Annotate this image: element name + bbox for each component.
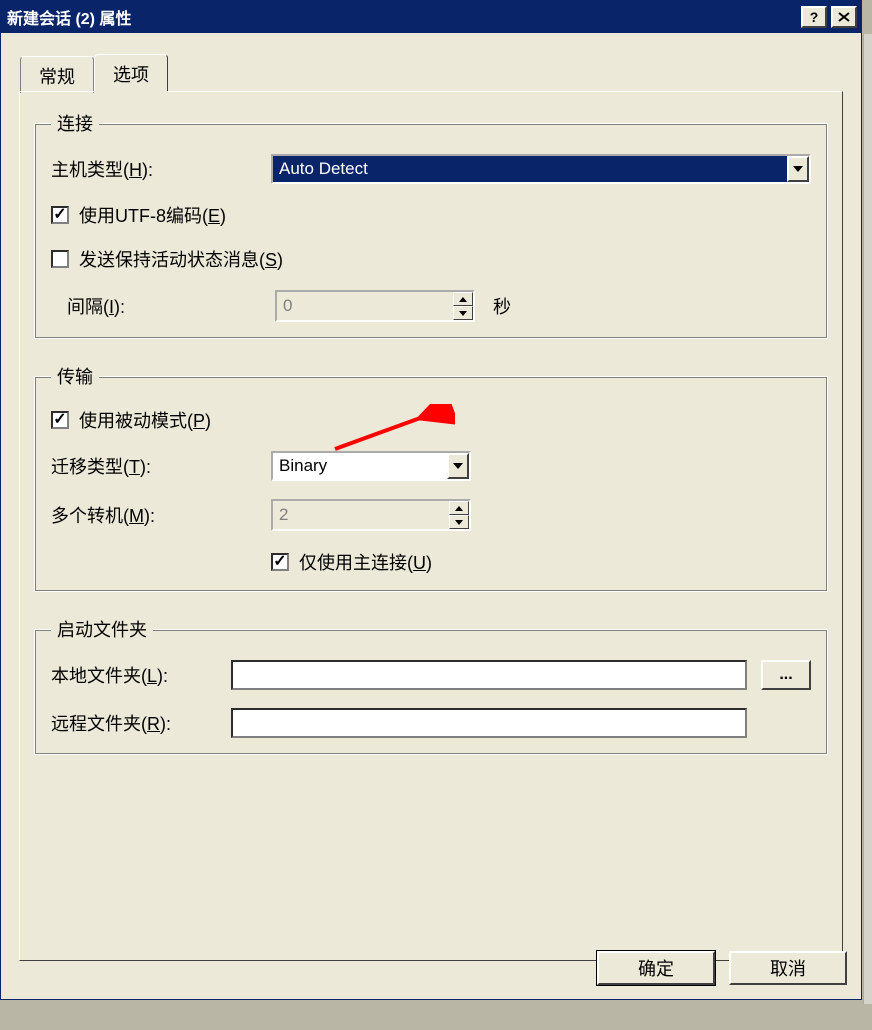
connection-group: 连接 主机类型(H): Auto Detect 使用UTF-8编码(E)	[34, 110, 828, 339]
tab-general[interactable]: 常规	[20, 56, 94, 93]
interval-spinner[interactable]: 0	[275, 290, 475, 322]
utf8-checkbox[interactable]: 使用UTF-8编码(E)	[51, 202, 226, 228]
startup-folder-legend: 启动文件夹	[51, 616, 153, 642]
dialog-buttons: 确定 取消	[597, 951, 847, 985]
remote-folder-input[interactable]	[231, 708, 747, 738]
proxies-label: 多个转机(M):	[51, 502, 271, 528]
keepalive-checkbox[interactable]: 发送保持活动状态消息(S)	[51, 246, 283, 272]
keepalive-label: 发送保持活动状态消息(S)	[79, 246, 283, 272]
transfer-legend: 传输	[51, 363, 99, 389]
spin-down-icon[interactable]	[453, 306, 473, 320]
main-connection-label: 仅使用主连接(U)	[299, 549, 432, 575]
proxies-spinner[interactable]: 2	[271, 499, 471, 531]
interval-label: 间隔(I):	[51, 293, 261, 319]
local-folder-label: 本地文件夹(L):	[51, 662, 231, 688]
browse-button[interactable]: ...	[761, 660, 811, 690]
main-connection-checkbox[interactable]: 仅使用主连接(U)	[271, 549, 432, 575]
ok-button[interactable]: 确定	[597, 951, 715, 985]
host-type-value: Auto Detect	[273, 156, 787, 182]
transfer-type-dropdown[interactable]: Binary	[271, 451, 471, 481]
tab-strip: 常规 选项	[20, 55, 843, 91]
interval-value: 0	[277, 292, 453, 320]
remote-folder-label: 远程文件夹(R):	[51, 710, 231, 736]
connection-legend: 连接	[51, 110, 99, 136]
passive-mode-checkbox[interactable]: 使用被动模式(P)	[51, 407, 211, 433]
checkbox-icon	[271, 553, 289, 571]
transfer-group: 传输 使用被动模式(P) 迁移类型(T):	[34, 363, 828, 592]
checkbox-icon	[51, 250, 69, 268]
host-type-dropdown[interactable]: Auto Detect	[271, 154, 811, 184]
cancel-button[interactable]: 取消	[729, 951, 847, 985]
chevron-down-icon	[447, 453, 469, 479]
tab-panel-options: 连接 主机类型(H): Auto Detect 使用UTF-8编码(E)	[19, 91, 843, 961]
spin-down-icon[interactable]	[449, 515, 469, 529]
transfer-type-value: Binary	[273, 453, 447, 479]
passive-mode-label: 使用被动模式(P)	[79, 407, 211, 433]
properties-dialog: 新建会话 (2) 属性 ? 常规 选项 连接 主机类型(H): Auto Det…	[0, 0, 862, 1000]
spin-up-icon[interactable]	[453, 292, 473, 306]
window-title: 新建会话 (2) 属性	[7, 5, 131, 29]
utf8-label: 使用UTF-8编码(E)	[79, 202, 226, 228]
titlebar: 新建会话 (2) 属性 ?	[1, 1, 861, 33]
close-icon	[838, 12, 850, 22]
tab-options[interactable]: 选项	[94, 54, 168, 91]
checkbox-icon	[51, 411, 69, 429]
local-folder-input[interactable]	[231, 660, 747, 690]
startup-folder-group: 启动文件夹 本地文件夹(L): ... 远程文件夹(R):	[34, 616, 828, 755]
transfer-type-label: 迁移类型(T):	[51, 453, 271, 479]
checkbox-icon	[51, 206, 69, 224]
seconds-label: 秒	[493, 293, 511, 319]
spin-up-icon[interactable]	[449, 501, 469, 515]
host-type-label: 主机类型(H):	[51, 156, 271, 182]
proxies-value: 2	[273, 501, 449, 529]
help-button[interactable]: ?	[801, 6, 827, 28]
chevron-down-icon	[787, 156, 809, 182]
close-button[interactable]	[831, 6, 857, 28]
